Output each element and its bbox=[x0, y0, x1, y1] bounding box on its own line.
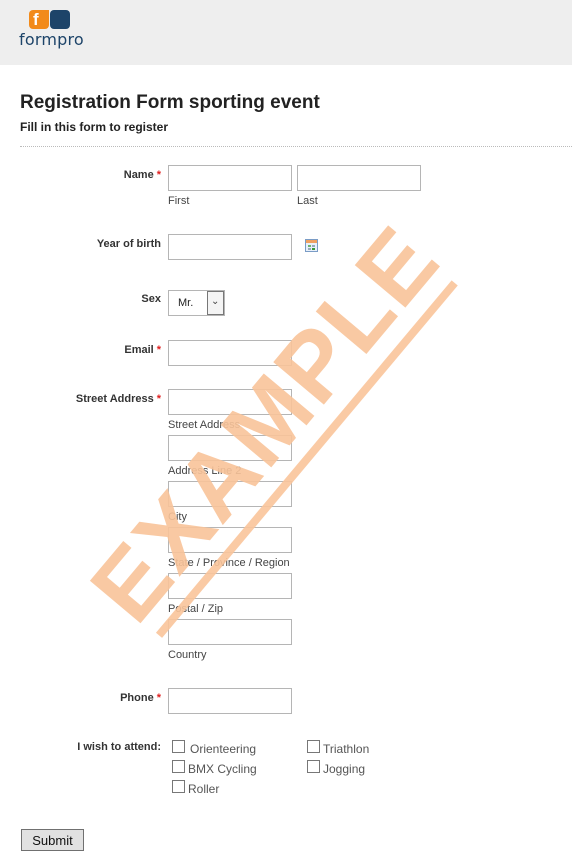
country-input[interactable] bbox=[168, 619, 292, 645]
submit-button[interactable]: Submit bbox=[21, 829, 84, 851]
orienteering-label[interactable]: Orienteering bbox=[190, 742, 256, 756]
state-sublabel: State / Province / Region bbox=[168, 557, 290, 569]
last-sublabel: Last bbox=[297, 195, 318, 207]
email-input[interactable] bbox=[168, 340, 292, 366]
chevron-down-icon: ⌄ bbox=[211, 296, 220, 307]
roller-label[interactable]: Roller bbox=[188, 782, 219, 796]
divider bbox=[20, 146, 572, 147]
country-sublabel: Country bbox=[168, 649, 207, 661]
required-marker: * bbox=[156, 393, 161, 405]
phone-input[interactable] bbox=[168, 688, 292, 714]
orienteering-checkbox[interactable] bbox=[172, 740, 185, 753]
first-sublabel: First bbox=[168, 195, 190, 207]
address-line-2-input[interactable] bbox=[168, 435, 292, 461]
dropdown-button[interactable]: ⌄ bbox=[207, 291, 224, 315]
phone-label: Phone * bbox=[120, 692, 161, 704]
jogging-label[interactable]: Jogging bbox=[323, 762, 365, 776]
street-address-sublabel: Street Address bbox=[168, 419, 241, 431]
postal-sublabel: Postal / Zip bbox=[168, 603, 224, 615]
state-input[interactable] bbox=[168, 527, 292, 553]
triathlon-checkbox[interactable] bbox=[307, 740, 320, 753]
year-of-birth-input[interactable] bbox=[168, 234, 292, 260]
first-name-input[interactable] bbox=[168, 165, 292, 191]
logo-navy-square bbox=[50, 10, 70, 29]
last-name-input[interactable] bbox=[297, 165, 421, 191]
street-address-label: Street Address * bbox=[75, 393, 161, 405]
jogging-checkbox[interactable] bbox=[307, 760, 320, 773]
name-label: Name * bbox=[123, 169, 161, 181]
brand-name: formpro bbox=[19, 30, 84, 49]
form-title: Registration Form sporting event bbox=[20, 92, 320, 113]
required-marker: * bbox=[156, 344, 161, 356]
address-line-2-sublabel: Address Line 2 bbox=[168, 465, 242, 477]
city-input[interactable] bbox=[168, 481, 292, 507]
logo-letter: f bbox=[33, 10, 39, 29]
street-address-input[interactable] bbox=[168, 389, 292, 415]
attend-label: I wish to attend: bbox=[77, 741, 161, 753]
postal-input[interactable] bbox=[168, 573, 292, 599]
required-marker: * bbox=[156, 169, 161, 181]
header: f formpro bbox=[0, 0, 572, 65]
year-of-birth-label: Year of birth bbox=[96, 238, 161, 250]
sex-select[interactable]: Mr. ⌄ bbox=[168, 290, 225, 316]
required-marker: * bbox=[156, 692, 161, 704]
form-subtitle: Fill in this form to register bbox=[20, 120, 169, 134]
email-label: Email * bbox=[124, 344, 161, 356]
triathlon-label[interactable]: Triathlon bbox=[323, 742, 369, 756]
formpro-logo[interactable]: f formpro bbox=[19, 9, 84, 53]
bmx-cycling-checkbox[interactable] bbox=[172, 760, 185, 773]
sex-label: Sex bbox=[141, 293, 161, 305]
calendar-icon[interactable] bbox=[305, 239, 318, 252]
roller-checkbox[interactable] bbox=[172, 780, 185, 793]
sex-selected-value: Mr. bbox=[178, 297, 194, 309]
city-sublabel: City bbox=[168, 511, 187, 523]
bmx-cycling-label[interactable]: BMX Cycling bbox=[188, 762, 257, 776]
